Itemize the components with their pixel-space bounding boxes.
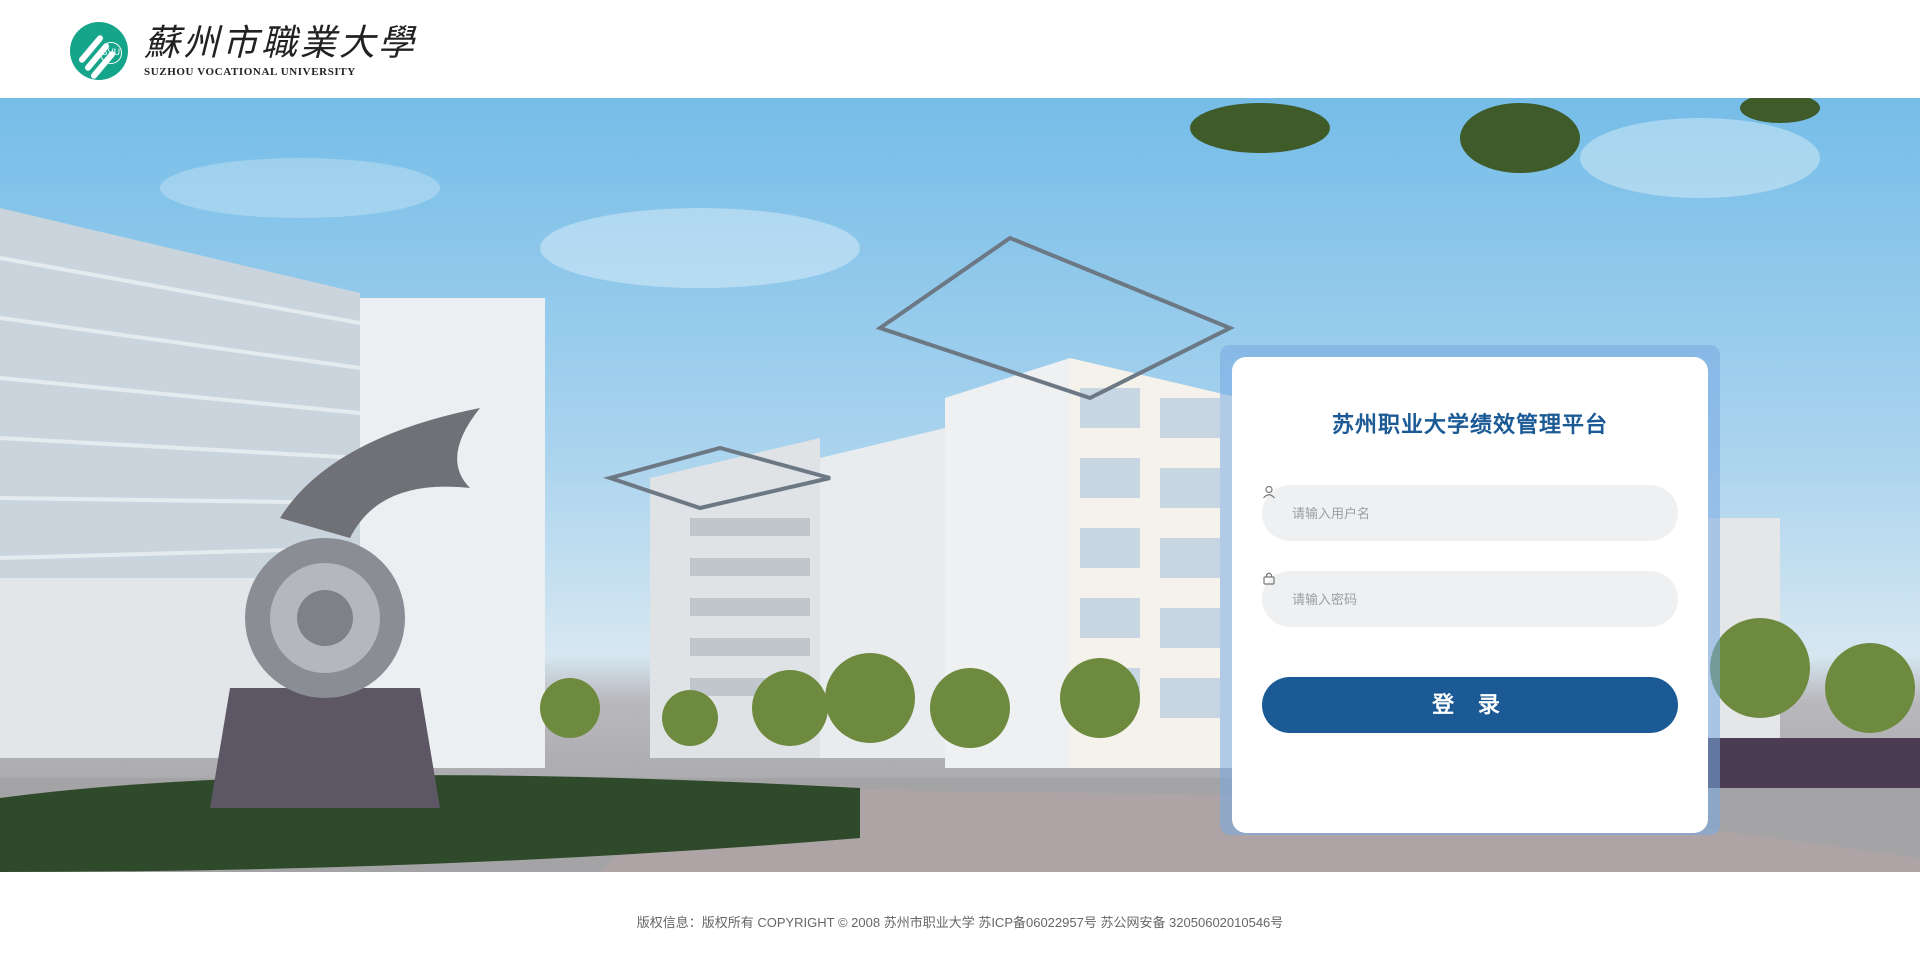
login-button[interactable]: 登 录 — [1262, 677, 1678, 733]
logo-wordmark: 蘇州市職業大學 SUZHOU VOCATIONAL UNIVERSITY — [144, 23, 418, 79]
site-header: SVU 蘇州市職業大學 SUZHOU VOCATIONAL UNIVERSITY — [0, 0, 1920, 98]
login-title: 苏州职业大学绩效管理平台 — [1331, 412, 1608, 437]
login-card: 苏州职业大学绩效管理平台 登 录 — [1232, 357, 1708, 833]
university-emblem-icon: SVU — [70, 22, 128, 80]
username-field[interactable] — [1262, 485, 1678, 541]
copyright-text: 版权信息：版权所有 COPYRIGHT © 2008 苏州市职业大学 苏ICP备… — [636, 915, 1284, 930]
logo-english-name: SUZHOU VOCATIONAL UNIVERSITY — [144, 66, 356, 78]
logo-chinese-name: 蘇州市職業大學 — [144, 23, 418, 64]
site-footer: 版权信息：版权所有 COPYRIGHT © 2008 苏州市职业大学 苏ICP备… — [0, 872, 1920, 969]
user-icon — [1263, 485, 1275, 499]
password-field[interactable] — [1262, 571, 1678, 627]
username-input[interactable] — [1290, 504, 1630, 522]
emblem-text: SVU — [100, 42, 122, 64]
password-input[interactable] — [1290, 590, 1630, 608]
campus-hero-image: 苏州职业大学绩效管理平台 登 录 — [0, 98, 1920, 872]
university-logo[interactable]: SVU 蘇州市職業大學 SUZHOU VOCATIONAL UNIVERSITY — [70, 22, 417, 80]
lock-icon — [1263, 572, 1275, 585]
